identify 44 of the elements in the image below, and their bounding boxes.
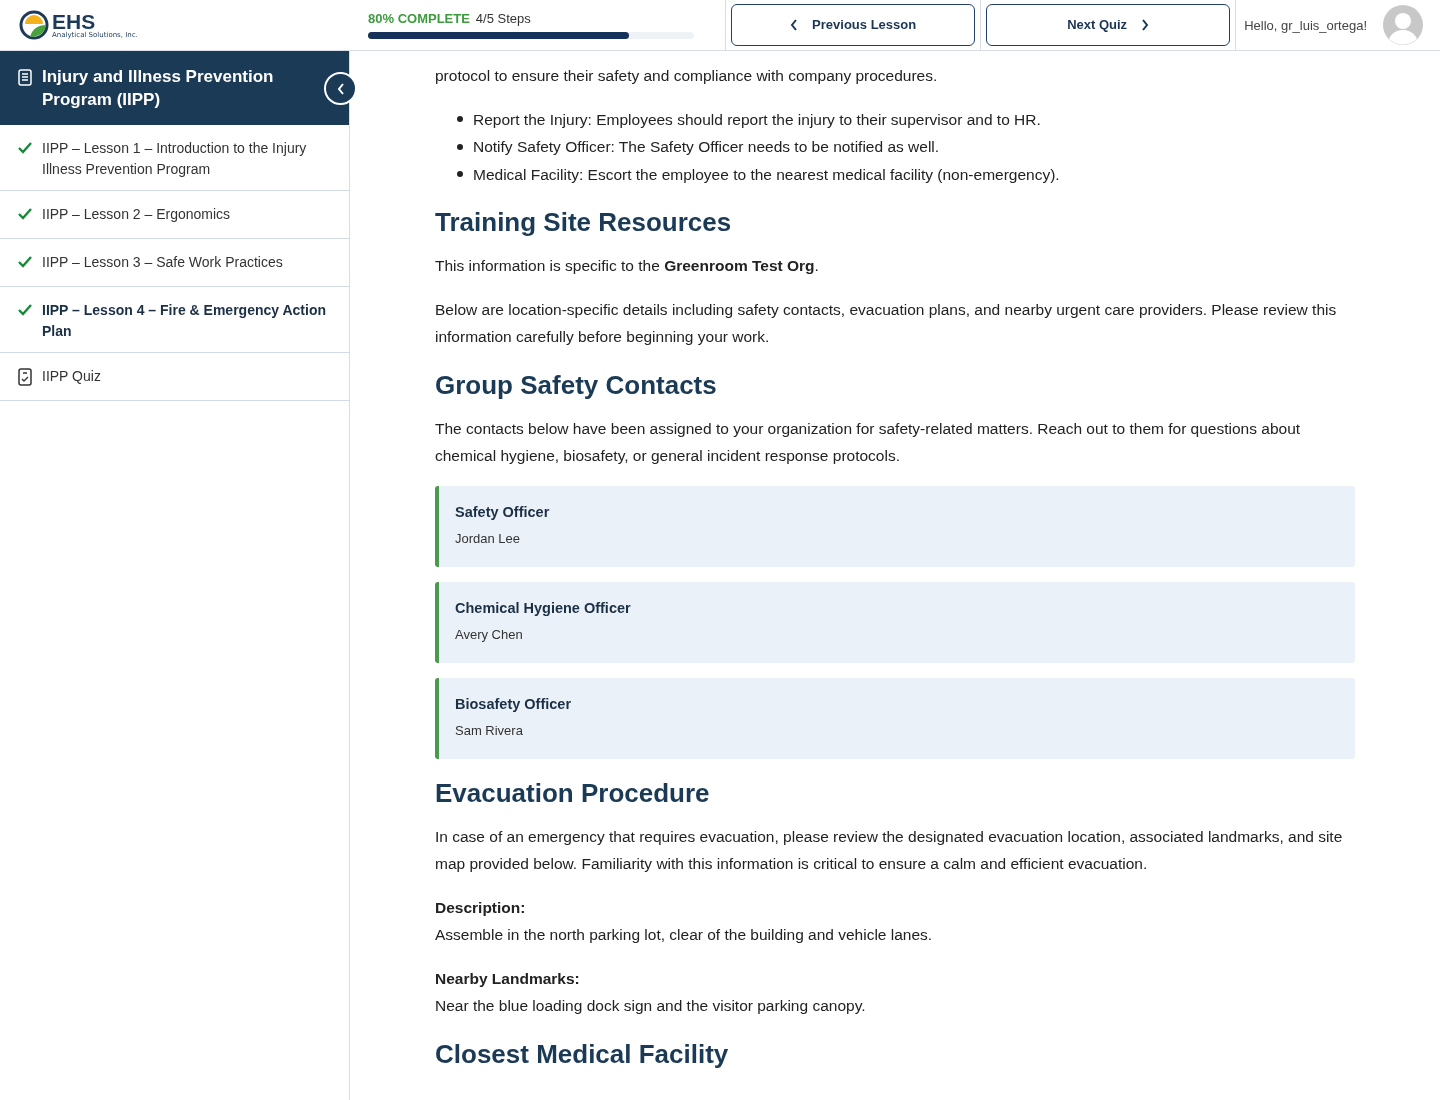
contact-role: Biosafety Officer xyxy=(455,694,573,714)
section-heading: Group Safety Contacts xyxy=(435,368,718,401)
paragraph: protocol to ensure their safety and compliance with company procedures. xyxy=(435,66,939,86)
bullet-icon xyxy=(457,171,463,178)
lesson-item[interactable]: IIPP Quiz xyxy=(0,353,349,401)
lesson-item[interactable]: IIPP – Lesson 4 – Fire & Emergency Action Plan xyxy=(0,287,349,353)
field-text: Assemble in the north parking lot, clear of the building and vehicle lanes. xyxy=(435,925,934,945)
progress-percent: 80% COMPLETE xyxy=(368,11,470,26)
logo-icon xyxy=(18,9,50,41)
paragraph: In case of an emergency that requires evacuation, please review the designated evacuation location, associated landmarks, and site map provided below. Familiarity with this information is critical to ensure a calm and efficient evacuation. xyxy=(435,826,1344,874)
contact-role: Chemical Hygiene Officer xyxy=(455,598,632,618)
contact-name: Jordan Lee xyxy=(455,529,522,548)
paragraph: The contacts below have been assigned to your organization for safety-related matters. Reach out to them for questions about chemical hygiene, biosafety, or general incident response protocols. xyxy=(435,418,1302,466)
progress-steps: 4/5 Steps xyxy=(475,11,531,26)
field-label: Description: xyxy=(435,897,527,918)
chevron-left-icon xyxy=(335,81,346,96)
list-item: Notify Safety Officer: The Safety Officer needs to be notified as well. xyxy=(473,137,940,157)
course-title: Injury and Illness Prevention Program (IIPP) xyxy=(42,66,275,111)
contact-name: Avery Chen xyxy=(455,625,524,644)
paragraph: This information is specific to the Greenroom Test Org. xyxy=(435,256,820,276)
field-label: Nearby Landmarks: xyxy=(435,968,581,989)
chevron-left-icon xyxy=(790,18,799,31)
field-text: Near the blue loading dock sign and the visitor parking canopy. xyxy=(435,996,867,1016)
next-button[interactable]: Next Quiz xyxy=(986,3,1231,46)
lesson-item[interactable]: IIPP – Lesson 3 – Safe Work Practices xyxy=(0,239,349,287)
document-icon xyxy=(18,69,32,86)
bullet-icon xyxy=(457,116,463,123)
section-heading: Evacuation Procedure xyxy=(435,776,711,809)
logo-text: EHS xyxy=(52,11,96,32)
list-item: Medical Facility: Escort the employee to the nearest medical facility (non-emergency). xyxy=(473,164,1060,185)
quiz-icon xyxy=(18,368,32,386)
contact-role: Safety Officer xyxy=(455,502,551,522)
lesson-item[interactable]: IIPP – Lesson 1 – Introduction to the Injury Illness Prevention Program xyxy=(0,125,349,191)
paragraph: Below are location-specific details including safety contacts, evacuation plans, and nearby urgent care providers. Please review this information carefully before beginning your work. xyxy=(435,299,1338,347)
bullet-icon xyxy=(457,143,463,150)
previous-button[interactable]: Previous Lesson xyxy=(731,3,976,46)
section-heading: Closest Medical Facility xyxy=(435,1037,730,1070)
lesson-item[interactable]: IIPP – Lesson 2 – Ergonomics xyxy=(0,191,349,239)
collapse-button[interactable] xyxy=(324,72,357,105)
contact-name: Sam Rivera xyxy=(455,721,524,740)
section-heading: Training Site Resources xyxy=(435,206,733,238)
chevron-right-icon xyxy=(1141,18,1150,31)
list-item: Report the Injury: Employees should report the injury to their supervisor and to HR. xyxy=(473,109,1041,130)
user-greeting: Hello, gr_luis_ortega! xyxy=(1244,17,1367,33)
